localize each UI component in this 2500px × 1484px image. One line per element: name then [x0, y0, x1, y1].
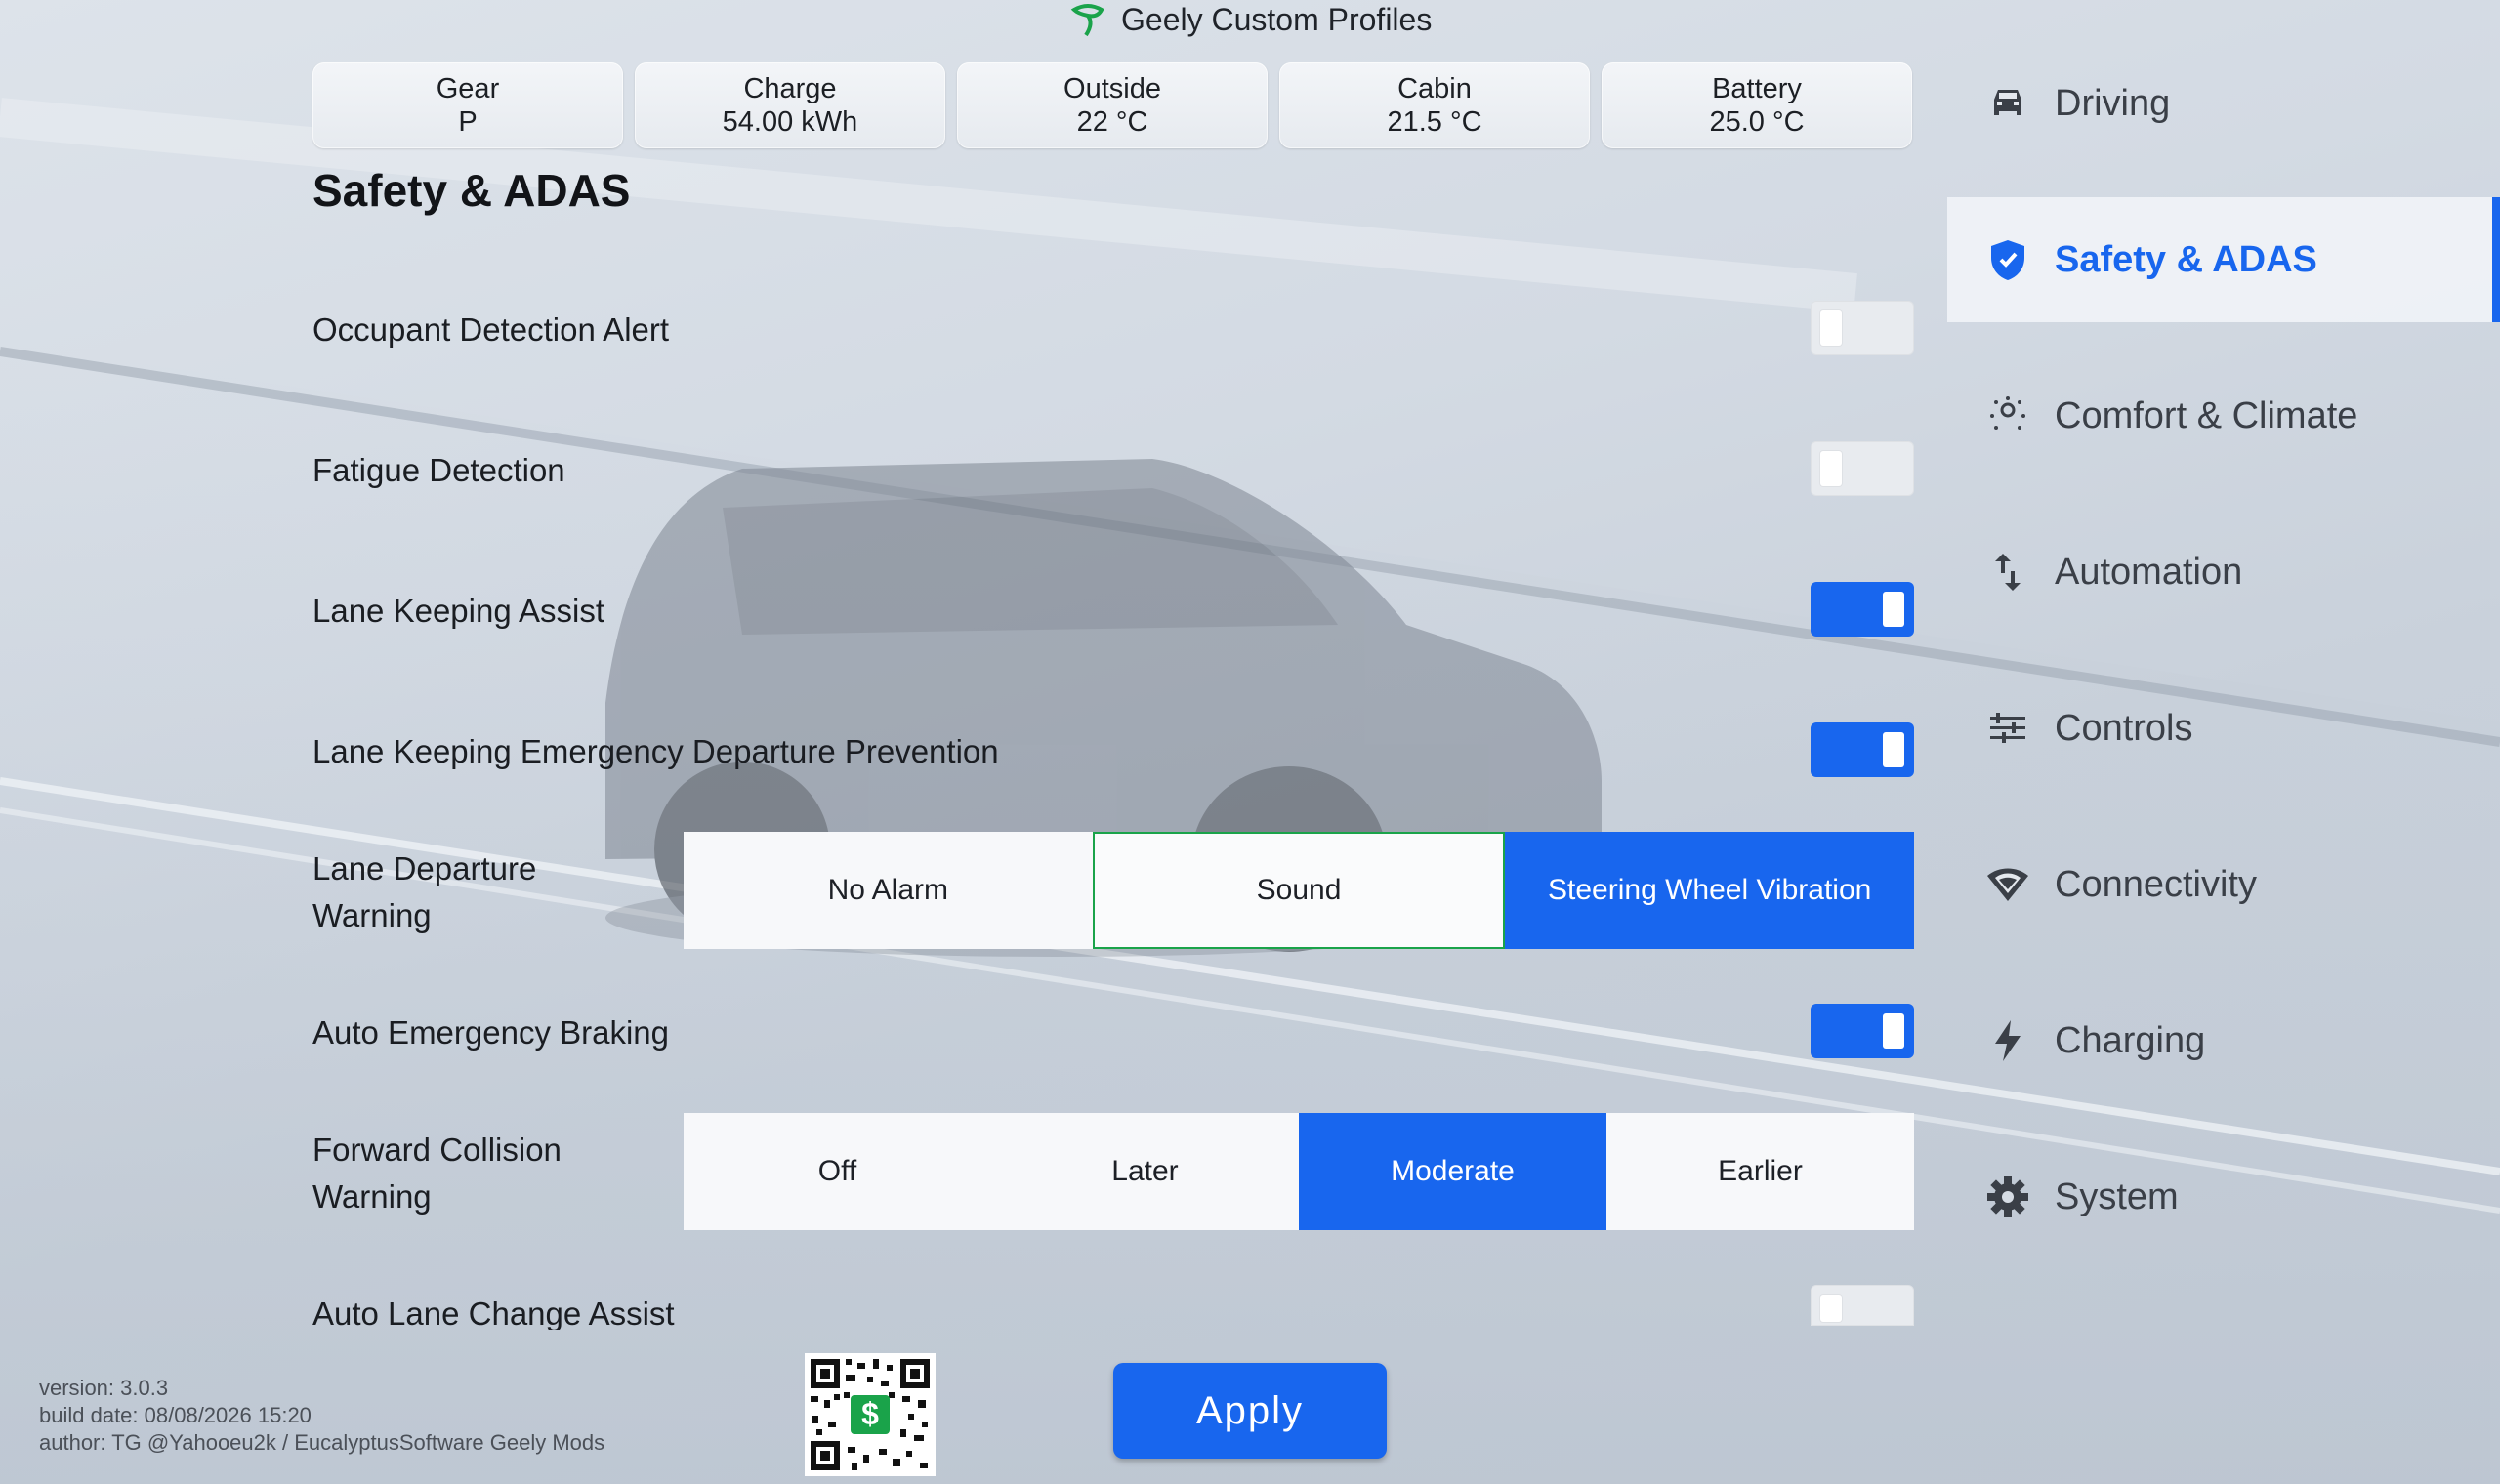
- build-date-text: build date: 08/08/2026 15:20: [39, 1403, 312, 1427]
- auto-emergency-braking-label: Auto Emergency Braking: [312, 1014, 670, 1051]
- toggle-knob: [1820, 1295, 1842, 1322]
- stat-label: Cabin: [1397, 73, 1472, 104]
- fatigue-detection-toggle[interactable]: [1811, 441, 1914, 496]
- toggle-knob: [1883, 1013, 1904, 1049]
- sliders-icon: [1986, 707, 2029, 750]
- sidebar-item-driving[interactable]: Driving: [1947, 41, 2500, 166]
- stat-label: Charge: [743, 73, 837, 104]
- car-icon: [1986, 82, 2029, 125]
- sidebar-item-label: Automation: [2055, 551, 2243, 593]
- stat-gear: Gear P: [312, 62, 623, 148]
- stat-value: P: [458, 106, 478, 138]
- stat-outside-temp: Outside 22 °C: [957, 62, 1268, 148]
- forward-collision-warning-label: Forward Collision Warning: [312, 1127, 645, 1220]
- forward-collision-warning-selector: Off Later Moderate Earlier: [684, 1113, 1914, 1230]
- build-info: version: 3.0.3 build date: 08/08/2026 15…: [39, 1375, 604, 1457]
- occupant-detection-toggle[interactable]: [1811, 301, 1914, 355]
- stat-cabin-temp: Cabin 21.5 °C: [1279, 62, 1590, 148]
- stat-value: 21.5 °C: [1387, 106, 1482, 138]
- sidebar-item-label: Driving: [2055, 82, 2171, 124]
- label-line: Warning: [312, 1178, 432, 1215]
- app-title-bar: Geely Custom Profiles: [1068, 0, 1432, 39]
- stat-label: Gear: [436, 73, 500, 104]
- qr-dollar-symbol: $: [861, 1396, 879, 1431]
- lane-keeping-assist-toggle[interactable]: [1811, 582, 1914, 637]
- option-off[interactable]: Off: [684, 1113, 991, 1230]
- sidebar-item-label: Charging: [2055, 1019, 2206, 1061]
- lane-departure-warning-label: Lane Departure Warning: [312, 845, 645, 939]
- auto-lane-change-toggle[interactable]: [1811, 1285, 1914, 1326]
- lane-keeping-emergency-toggle[interactable]: [1811, 722, 1914, 777]
- author-text: author: TG @Yahooeu2k / EucalyptusSoftwa…: [39, 1430, 605, 1455]
- sidebar-item-label: Safety & ADAS: [2055, 238, 2317, 280]
- auto-lane-change-label: Auto Lane Change Assist: [312, 1296, 675, 1330]
- sidebar-item-charging[interactable]: Charging: [1947, 978, 2500, 1103]
- sidebar-item-controls[interactable]: Controls: [1947, 666, 2500, 791]
- option-moderate[interactable]: Moderate: [1299, 1113, 1606, 1230]
- sidebar-item-label: Connectivity: [2055, 863, 2257, 905]
- stat-label: Outside: [1063, 73, 1161, 104]
- stat-value: 54.00 kWh: [722, 106, 858, 138]
- stat-value: 25.0 °C: [1709, 106, 1805, 138]
- stat-label: Battery: [1712, 73, 1802, 104]
- option-later[interactable]: Later: [991, 1113, 1299, 1230]
- occupant-detection-label: Occupant Detection Alert: [312, 311, 670, 348]
- lane-keeping-assist-label: Lane Keeping Assist: [312, 593, 605, 629]
- fatigue-detection-label: Fatigue Detection: [312, 452, 565, 488]
- sidebar-item-label: Comfort & Climate: [2055, 394, 2358, 436]
- stat-battery-temp: Battery 25.0 °C: [1602, 62, 1912, 148]
- donation-qr-code: $: [805, 1353, 936, 1476]
- sidebar-item-label: Controls: [2055, 707, 2193, 749]
- option-no-alarm[interactable]: No Alarm: [684, 832, 1093, 949]
- sidebar-item-safety-adas[interactable]: Safety & ADAS: [1947, 197, 2500, 322]
- page-title: Safety & ADAS: [312, 165, 631, 216]
- option-steering-wheel-vibration[interactable]: Steering Wheel Vibration: [1505, 832, 1915, 949]
- sidebar-item-automation[interactable]: Automation: [1947, 510, 2500, 635]
- toggle-knob: [1883, 732, 1904, 767]
- bolt-icon: [1986, 1019, 2029, 1062]
- lane-departure-warning-selector: No Alarm Sound Steering Wheel Vibration: [684, 832, 1915, 949]
- option-earlier[interactable]: Earlier: [1606, 1113, 1914, 1230]
- toggle-knob: [1883, 592, 1904, 627]
- toggle-knob: [1820, 451, 1842, 486]
- sidebar-item-system[interactable]: System: [1947, 1134, 2500, 1259]
- sidebar-item-label: System: [2055, 1175, 2179, 1217]
- label-line: Forward Collision: [312, 1132, 562, 1168]
- option-sound[interactable]: Sound: [1092, 832, 1506, 949]
- gear-icon: [1986, 1175, 2029, 1218]
- stat-charge: Charge 54.00 kWh: [635, 62, 945, 148]
- version-text: version: 3.0.3: [39, 1376, 169, 1400]
- sidebar-item-connectivity[interactable]: Connectivity: [1947, 822, 2500, 947]
- vehicle-status-bar: Gear P Charge 54.00 kWh Outside 22 °C Ca…: [312, 62, 1912, 148]
- app-title: Geely Custom Profiles: [1121, 1, 1433, 37]
- shield-icon: [1986, 238, 2029, 281]
- label-line: Warning: [312, 897, 432, 933]
- lane-keeping-emergency-label: Lane Keeping Emergency Departure Prevent…: [312, 733, 999, 769]
- toggle-knob: [1820, 310, 1842, 346]
- stat-value: 22 °C: [1076, 106, 1148, 138]
- swap-icon: [1986, 551, 2029, 594]
- auto-emergency-braking-toggle[interactable]: [1811, 1004, 1914, 1058]
- wifi-icon: [1986, 863, 2029, 906]
- sidebar-nav: Driving Safety & ADAS Comfort & Climate …: [1947, 41, 2500, 1291]
- climate-icon: [1986, 394, 2029, 437]
- sidebar-item-comfort-climate[interactable]: Comfort & Climate: [1947, 353, 2500, 478]
- geely-logo-icon: [1070, 4, 1104, 37]
- apply-button[interactable]: Apply: [1113, 1363, 1387, 1459]
- label-line: Lane Departure: [312, 850, 537, 886]
